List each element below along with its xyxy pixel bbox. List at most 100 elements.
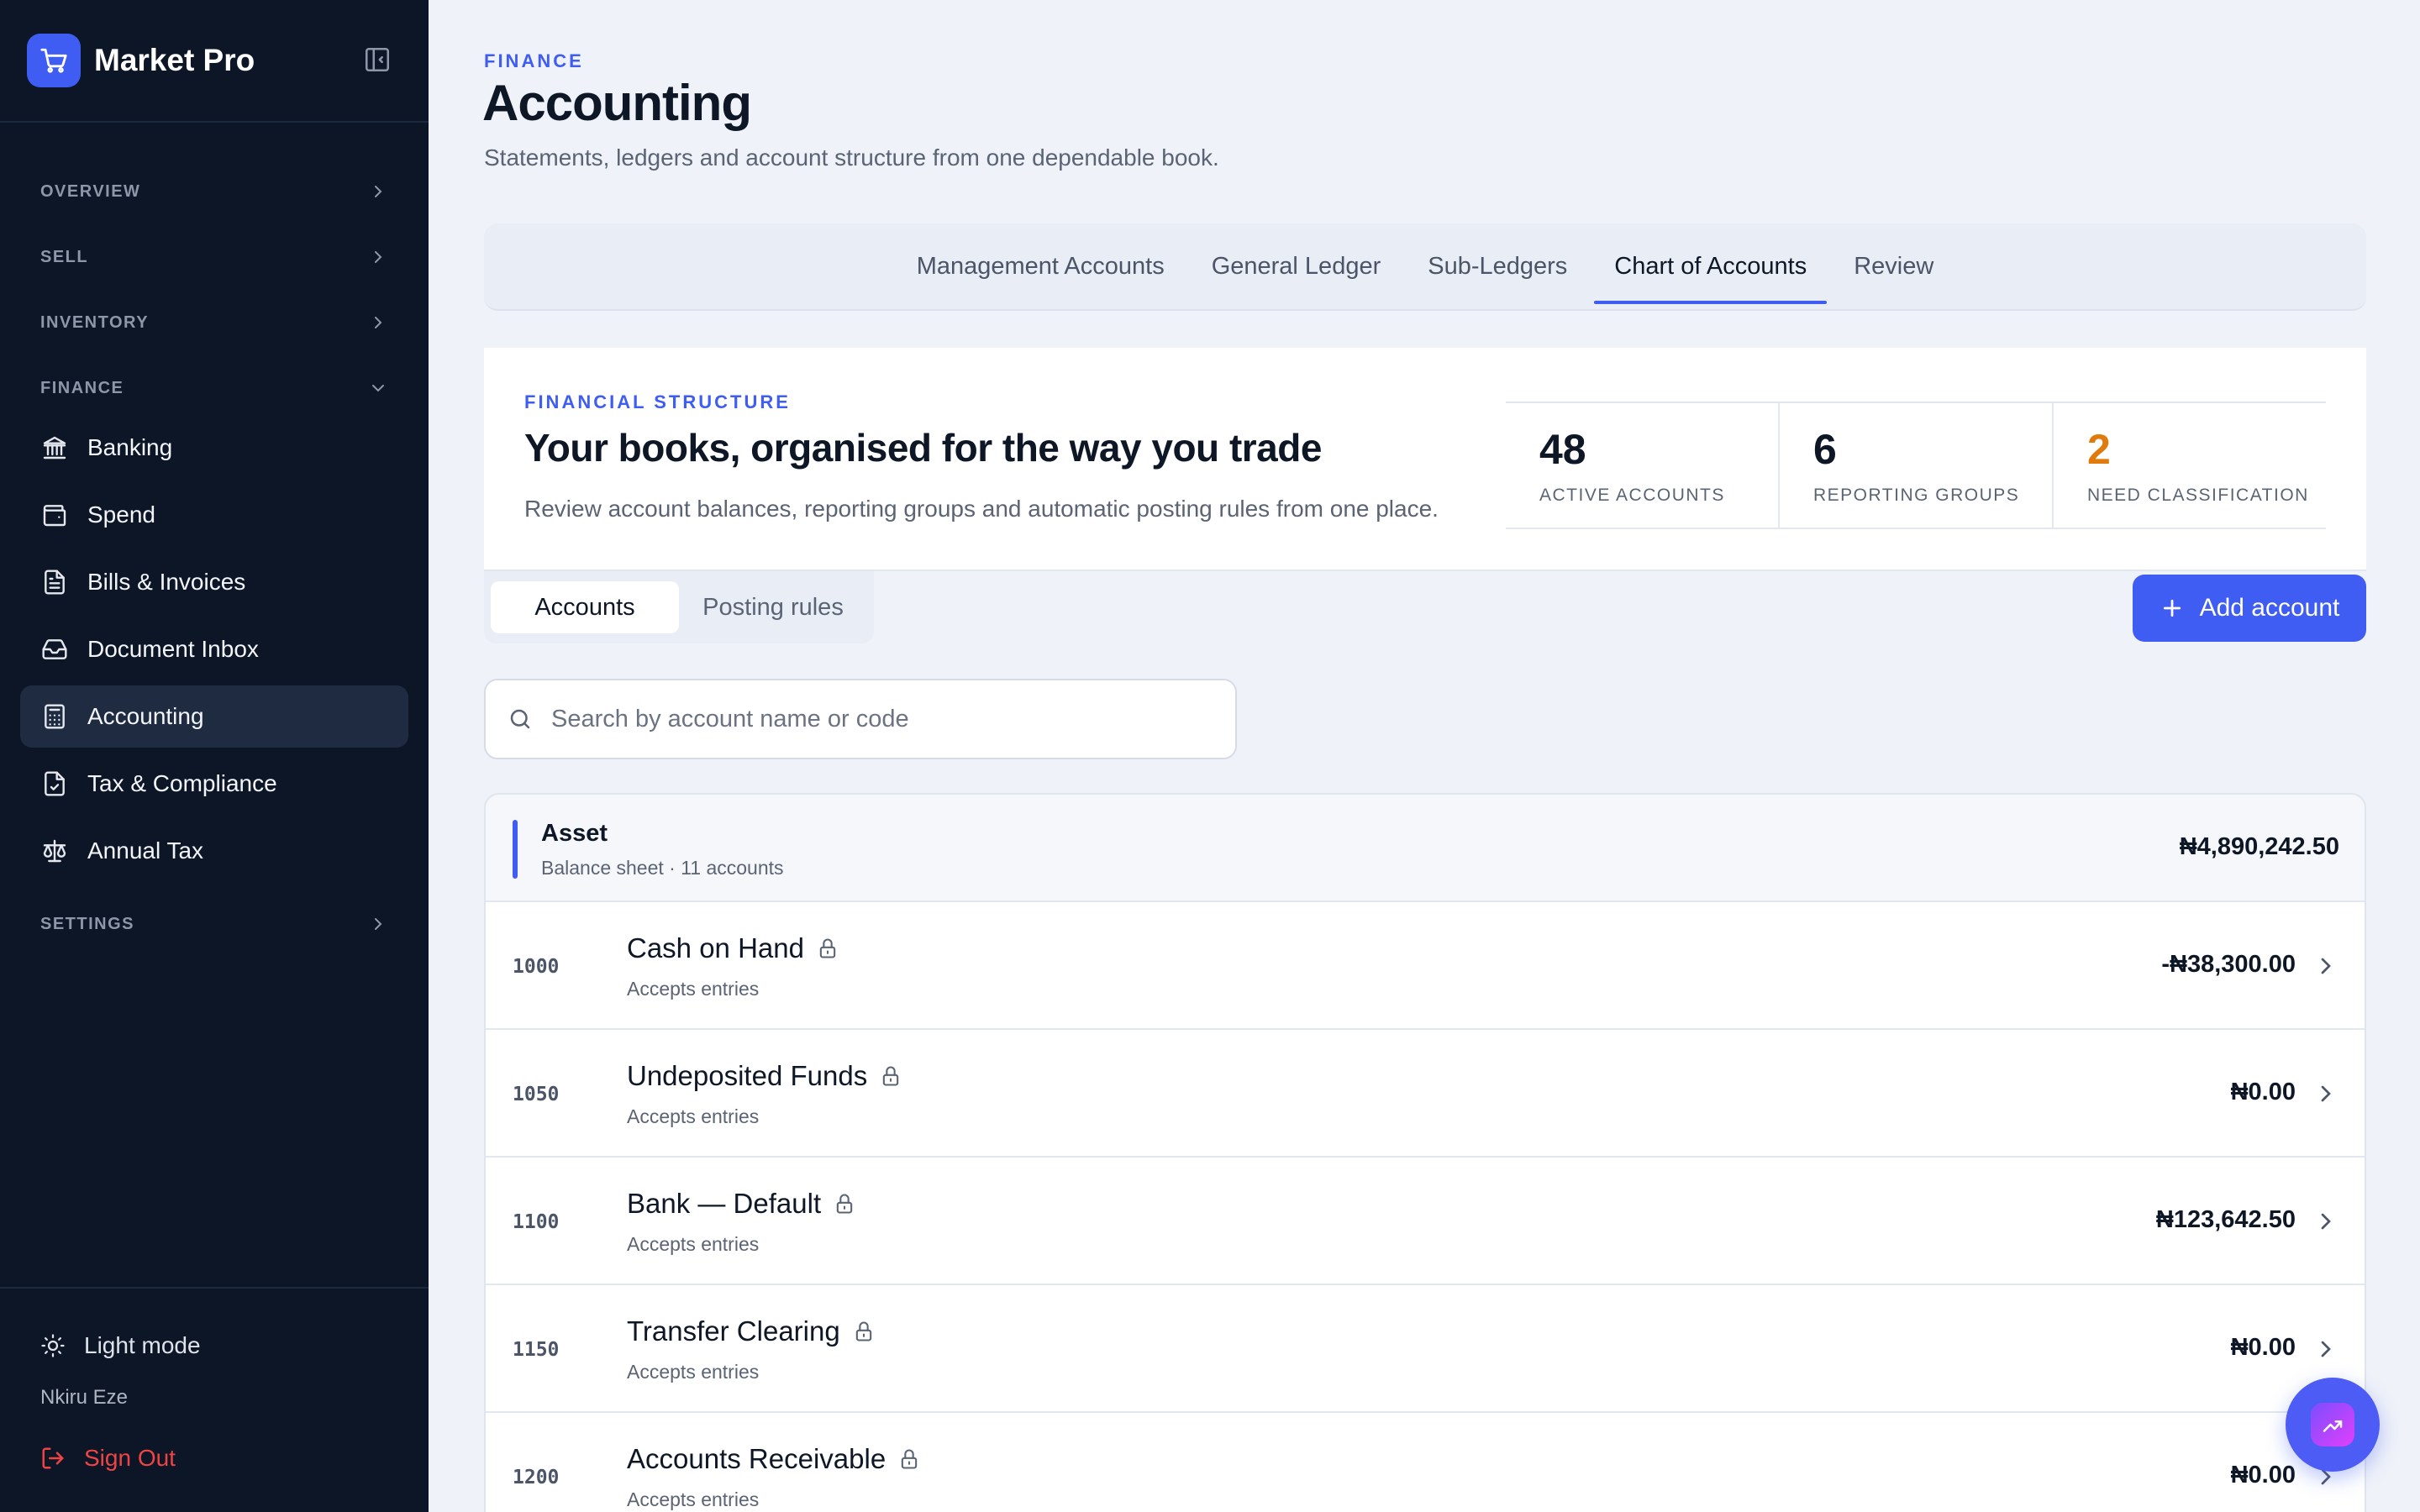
sidebar-collapse-icon[interactable]	[363, 45, 392, 74]
add-account-button[interactable]: Add account	[2133, 575, 2366, 642]
sidebar-item-label: Banking	[87, 434, 173, 460]
tab-sub-ledgers[interactable]: Sub-Ledgers	[1407, 223, 1587, 309]
lock-icon	[855, 1321, 871, 1341]
account-name: Undeposited Funds	[627, 1060, 868, 1091]
account-code: 1050	[513, 1084, 560, 1105]
account-name-wrap: Bank — Default	[627, 1188, 856, 1220]
view-toggle: Accounts Posting rules	[484, 571, 874, 643]
group-accent-bar	[513, 820, 518, 879]
accounts-toggle-button[interactable]: Accounts	[491, 581, 679, 633]
tab-review[interactable]: Review	[1833, 223, 1954, 309]
receipt-icon	[40, 568, 69, 596]
summary-description: Review account balances, reporting group…	[524, 496, 1439, 522]
sidebar-item-banking[interactable]: Banking	[20, 417, 408, 479]
light-mode-toggle[interactable]: Light mode	[40, 1329, 201, 1362]
tab-management-accounts[interactable]: Management Accounts	[897, 223, 1185, 309]
stat-value: 6	[1813, 426, 1837, 473]
stat-label: ACTIVE ACCOUNTS	[1539, 486, 1725, 505]
nav-section-label: INVENTORY	[40, 312, 150, 332]
account-code: 1000	[513, 956, 560, 978]
wallet-icon	[40, 501, 69, 529]
account-name-wrap: Cash on Hand	[627, 932, 839, 964]
group-total: ₦4,890,242.50	[2179, 833, 2339, 860]
stat-value: 48	[1539, 426, 1586, 473]
posting-rules-toggle-button[interactable]: Posting rules	[679, 581, 867, 633]
chevron-right-icon	[2321, 1213, 2331, 1230]
scale-icon	[40, 837, 69, 865]
trend-chart-icon	[2311, 1403, 2354, 1446]
brand: Market Pro	[0, 0, 429, 123]
account-group-header[interactable]: Asset Balance sheet · 11 accounts ₦4,890…	[486, 795, 2365, 902]
account-name: Transfer Clearing	[627, 1315, 840, 1347]
account-row[interactable]: 1150 Transfer Clearing Accepts entries ₦…	[486, 1285, 2365, 1413]
sidebar-item-label: Spend	[87, 501, 155, 528]
account-name-wrap: Accounts Receivable	[627, 1443, 921, 1475]
chevron-right-icon	[2321, 958, 2331, 974]
tab-general-ledger[interactable]: General Ledger	[1192, 223, 1402, 309]
stat-reporting-groups: 6 REPORTING GROUPS	[1778, 403, 2052, 528]
chevron-right-icon	[375, 186, 382, 197]
account-status: Accepts entries	[627, 1488, 760, 1510]
sidebar-item-label: Document Inbox	[87, 636, 259, 662]
app-name: Market Pro	[94, 43, 255, 77]
insights-fab-button[interactable]	[2286, 1378, 2380, 1472]
add-account-label: Add account	[2199, 594, 2340, 622]
lock-icon	[836, 1194, 853, 1214]
tab-chart-of-accounts[interactable]: Chart of Accounts	[1594, 223, 1828, 309]
stat-active-accounts: 48 ACTIVE ACCOUNTS	[1506, 403, 1778, 528]
chevron-down-icon	[372, 385, 384, 392]
account-balance: -₦38,300.00	[2161, 951, 2296, 978]
sidebar-item-document-inbox[interactable]: Document Inbox	[20, 618, 408, 680]
group-name: Asset	[541, 820, 608, 847]
summary-title: Your books, organised for the way you tr…	[524, 426, 1322, 470]
main-content: FINANCE Accounting Statements, ledgers a…	[429, 0, 2420, 1512]
nav-section-sell[interactable]: SELL	[20, 232, 408, 282]
sidebar-item-spend[interactable]: Spend	[20, 484, 408, 546]
account-name-wrap: Undeposited Funds	[627, 1060, 902, 1092]
plus-icon	[2163, 599, 2181, 617]
search-icon	[510, 709, 530, 729]
account-row[interactable]: 1050 Undeposited Funds Accepts entries ₦…	[486, 1030, 2365, 1158]
accounts-list: Asset Balance sheet · 11 accounts ₦4,890…	[484, 793, 2366, 1512]
account-row[interactable]: 1000 Cash on Hand Accepts entries -₦38,3…	[486, 902, 2365, 1030]
cart-icon	[27, 34, 81, 87]
nav-section-label: OVERVIEW	[40, 181, 141, 201]
account-code: 1200	[513, 1467, 560, 1488]
account-search	[484, 679, 1237, 759]
sidebar-item-tax-compliance[interactable]: Tax & Compliance	[20, 753, 408, 815]
financial-structure-card: FINANCIAL STRUCTURE Your books, organise…	[484, 348, 2366, 571]
sidebar-item-accounting[interactable]: Accounting	[20, 685, 408, 748]
nav-section-finance[interactable]: FINANCE	[20, 363, 408, 413]
nav-section-settings[interactable]: SETTINGS	[20, 899, 408, 949]
page-eyebrow: FINANCE	[484, 50, 584, 71]
nav-section-inventory[interactable]: INVENTORY	[20, 297, 408, 348]
stat-need-classification: 2 NEED CLASSIFICATION	[2052, 403, 2326, 528]
account-status: Accepts entries	[627, 978, 760, 1000]
account-status: Accepts entries	[627, 1233, 760, 1255]
light-mode-label: Light mode	[84, 1332, 201, 1358]
account-row[interactable]: 1200 Accounts Receivable Accepts entries…	[486, 1413, 2365, 1512]
account-name: Cash on Hand	[627, 932, 804, 963]
calculator-icon	[40, 702, 69, 731]
sidebar-item-label: Bills & Invoices	[87, 569, 246, 595]
document-check-icon	[40, 769, 69, 798]
chevron-right-icon	[375, 918, 382, 930]
sidebar-item-bills-invoices[interactable]: Bills & Invoices	[20, 551, 408, 613]
account-name-wrap: Transfer Clearing	[627, 1315, 876, 1347]
sidebar-item-label: Annual Tax	[87, 837, 204, 864]
account-code: 1100	[513, 1211, 560, 1233]
tab-bar: Management Accounts General Ledger Sub-L…	[484, 223, 2366, 311]
sidebar: Market Pro OVERVIEW SELL INVENTORY FINAN…	[0, 0, 429, 1512]
nav-section-overview[interactable]: OVERVIEW	[20, 166, 408, 217]
chevron-right-icon	[2321, 1341, 2331, 1357]
sun-icon	[41, 1334, 65, 1357]
search-input[interactable]	[551, 705, 1207, 733]
account-row[interactable]: 1100 Bank — Default Accepts entries ₦123…	[486, 1158, 2365, 1285]
sign-out-button[interactable]: Sign Out	[40, 1441, 176, 1475]
account-code: 1150	[513, 1339, 560, 1361]
sidebar-footer: Light mode Nkiru Eze Sign Out	[0, 1287, 429, 1512]
account-balance: ₦0.00	[2230, 1462, 2296, 1488]
sign-out-icon	[42, 1447, 64, 1469]
account-name: Accounts Receivable	[627, 1443, 886, 1474]
sidebar-item-annual-tax[interactable]: Annual Tax	[20, 820, 408, 882]
